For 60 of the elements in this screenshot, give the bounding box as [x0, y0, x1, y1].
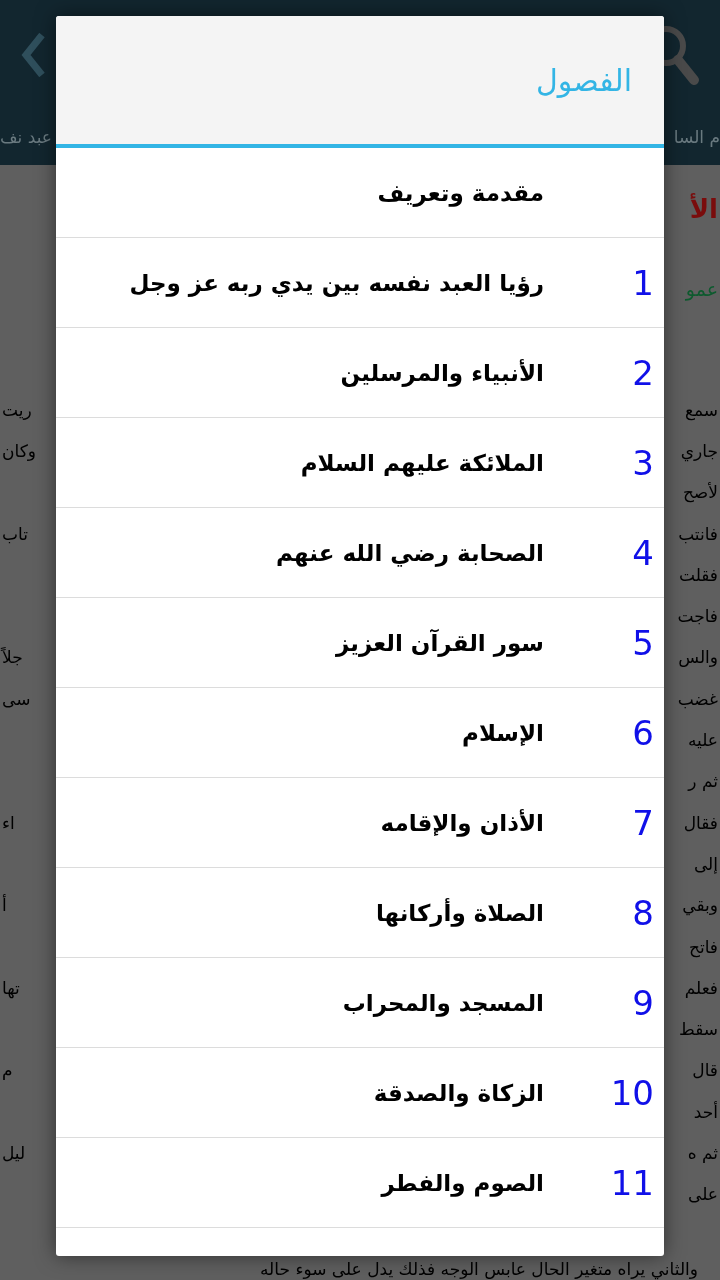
article-text: وكان	[2, 440, 36, 461]
chapter-title: الصلاة وأركانها	[375, 899, 544, 926]
article-text: م	[2, 1060, 13, 1081]
article-text: ريت	[2, 399, 32, 420]
article-text: سمع	[684, 399, 718, 420]
chapter-number: 1	[632, 262, 654, 303]
chapter-item[interactable]: مقدمة وتعريف	[56, 148, 664, 238]
chapter-number: 7	[632, 802, 654, 843]
article-text: فاتح	[689, 936, 718, 957]
article-text: إلى	[693, 853, 718, 874]
chapter-title: الأذان والإقامه	[380, 809, 544, 836]
chapter-title: رؤيا العبد نفسه بين يدي ربه عز وجل	[129, 269, 544, 296]
dialog-title: الفصول	[536, 62, 632, 98]
article-text: ليل	[2, 1143, 26, 1163]
chapter-number: 2	[632, 352, 654, 393]
article-text: تها	[2, 977, 20, 998]
article-text: سقط	[679, 1019, 718, 1040]
chapter-number: 8	[632, 892, 654, 933]
chapter-number: 5	[632, 622, 654, 663]
chapter-number: 3	[632, 442, 654, 483]
chapter-title: سور القرآن العزيز	[336, 629, 544, 656]
article-text: عليه	[688, 730, 718, 750]
article-text: اء	[2, 812, 15, 833]
article-text: جاري	[680, 440, 718, 461]
article-text: فانتب	[678, 523, 718, 544]
article-text: على	[688, 1184, 718, 1205]
article-text: فقال	[683, 812, 718, 833]
article-text: أ	[2, 895, 7, 916]
article-text: قال	[692, 1060, 718, 1081]
article-text: ثم ر	[688, 771, 718, 792]
chapter-number: 11	[610, 1162, 654, 1203]
chapter-number: 4	[632, 532, 654, 573]
chapter-title: مقدمة وتعريف	[377, 179, 544, 206]
article-text: فاجت	[677, 606, 718, 627]
chapter-title: الصحابة رضي الله عنهم	[276, 539, 544, 566]
article-text: ثم ه	[687, 1143, 718, 1163]
chapter-number: 6	[632, 712, 654, 753]
article-text: غضب	[677, 688, 718, 709]
article-title: الأ	[689, 192, 718, 226]
article-text: جلاً	[2, 647, 23, 668]
article-text: سى	[2, 688, 31, 709]
article-text: تاب	[2, 523, 28, 544]
header-subtitle: م السا	[673, 127, 720, 147]
article-text: وبقي	[682, 895, 718, 916]
chapter-title: الصوم والفطر	[381, 1169, 544, 1196]
article-text: أحد	[693, 1101, 718, 1122]
article-text: والثاني يراه متغير الحال عابس الوجه فذلك يدل على سوء حاله	[259, 1258, 699, 1280]
chapter-title: الإسلام	[462, 719, 544, 746]
header-subtitle: عبد نف	[0, 127, 52, 147]
chapter-title: الأنبياء والمرسلين	[340, 359, 544, 386]
chapter-title: المسجد والمحراب	[342, 989, 544, 1016]
chapter-number: 9	[632, 982, 654, 1023]
article-text: والس	[678, 647, 718, 668]
chapter-title: الملائكة عليهم السلام	[300, 449, 544, 476]
article-byline: عمو	[685, 277, 718, 303]
chapter-number: 10	[610, 1072, 654, 1113]
article-text: فقلت	[678, 564, 718, 585]
chapter-title: الزكاة والصدقة	[373, 1079, 544, 1106]
article-text: فعلم	[684, 977, 718, 998]
article-text: لأصح	[682, 482, 718, 503]
